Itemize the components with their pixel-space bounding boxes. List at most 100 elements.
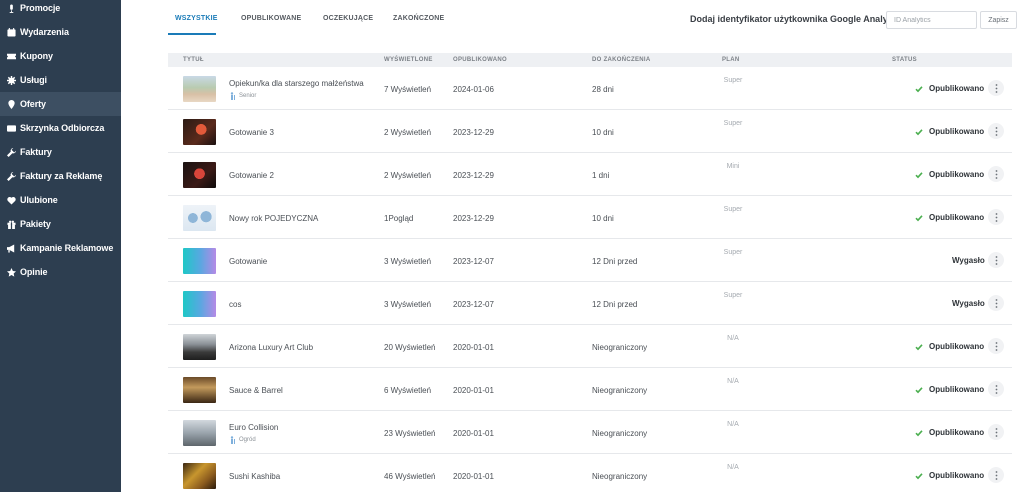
row-menu-button[interactable]: [988, 80, 1004, 96]
listing-thumbnail[interactable]: [183, 291, 216, 317]
listing-thumbnail[interactable]: [183, 248, 216, 274]
status-label: Opublikowano: [929, 170, 985, 179]
row-menu-button[interactable]: [988, 166, 1004, 182]
listing-title[interactable]: Euro Collision: [229, 423, 278, 432]
listing-title[interactable]: Arizona Luxury Art Club: [229, 343, 313, 352]
plan-label: N/A: [727, 464, 739, 471]
sidebar-item-faktury-za-reklamę[interactable]: Faktury za Reklamę: [0, 164, 121, 188]
published-date: 2023-12-07: [453, 300, 494, 309]
tab-published[interactable]: OPUBLIKOWANE: [241, 15, 301, 22]
views-count: 2 Wyświetleń: [384, 171, 432, 180]
more-vertical-icon: [995, 212, 998, 222]
listing-thumbnail[interactable]: [183, 205, 216, 231]
table-row[interactable]: Sauce & Barrel 6 Wyświetleń 2020-01-01 Nieo…: [168, 368, 1012, 411]
sidebar-item-label: Wydarzenia: [20, 27, 69, 37]
listing-thumbnail[interactable]: [183, 76, 216, 102]
listing-title-cell: Opiekun/ka dla starszego małżeństwa Senio…: [229, 79, 364, 100]
published-date: 2023-12-07: [453, 257, 494, 266]
sidebar-item-faktury[interactable]: Faktury: [0, 140, 121, 164]
sidebar-item-label: Pakiety: [20, 219, 51, 229]
sidebar-item-pakiety[interactable]: Pakiety: [0, 212, 121, 236]
status-badge: Opublikowano: [915, 428, 984, 437]
sidebar-item-oferty[interactable]: Oferty: [0, 92, 121, 116]
listing-title[interactable]: Gotowanie 3: [229, 128, 274, 137]
listing-title-cell: Gotowanie 2: [229, 171, 274, 180]
listing-title-cell: Sushi Kashiba: [229, 472, 280, 481]
analytics-id-input[interactable]: [886, 11, 977, 29]
row-menu-button[interactable]: [988, 209, 1004, 225]
listing-title[interactable]: Sauce & Barrel: [229, 386, 283, 395]
published-date: 2020-01-01: [453, 386, 494, 395]
status-label: Wygasło: [952, 299, 985, 308]
listing-title-cell: cos: [229, 300, 241, 309]
sidebar-item-wydarzenia[interactable]: Wydarzenia: [0, 20, 121, 44]
plan-label: Mini: [726, 163, 740, 170]
time-remaining: 1 dni: [592, 171, 610, 180]
time-remaining: 10 dni: [592, 128, 614, 137]
views-count: 2 Wyświetleń: [384, 128, 432, 137]
listing-thumbnail[interactable]: [183, 463, 216, 489]
tab-all[interactable]: WSZYSTKIE: [175, 15, 218, 22]
views-count: 46 Wyświetleń: [384, 472, 436, 481]
check-icon: [915, 472, 923, 480]
more-vertical-icon: [995, 126, 998, 136]
listing-title[interactable]: Opiekun/ka dla starszego małżeństwa: [229, 79, 364, 88]
listing-title-cell: Arizona Luxury Art Club: [229, 343, 313, 352]
sidebar-item-opinie[interactable]: Opinie: [0, 260, 121, 284]
table-row[interactable]: Sushi Kashiba 46 Wyświetleń 2020-01-01 Nieo…: [168, 454, 1012, 492]
status-badge: Opublikowano: [915, 342, 984, 351]
plan-label: Super: [723, 120, 743, 127]
listing-thumbnail[interactable]: [183, 162, 216, 188]
tab-finished[interactable]: ZAKOŃCZONE: [393, 15, 444, 22]
status-badge: Opublikowano: [915, 213, 984, 222]
published-date: 2020-01-01: [453, 472, 494, 481]
status-label: Opublikowano: [929, 385, 985, 394]
table-row[interactable]: Arizona Luxury Art Club 20 Wyświetleń 2020…: [168, 325, 1012, 368]
row-menu-button[interactable]: [988, 252, 1004, 268]
table-row[interactable]: Gotowanie 3 2 Wyświetleń 2023-12-29 10 dni S…: [168, 110, 1012, 153]
listing-thumbnail[interactable]: [183, 420, 216, 446]
sidebar-item-skrzynka-odbiorcza[interactable]: Skrzynka Odbiorcza: [0, 116, 121, 140]
listing-title-cell: Euro Collision Ogród: [229, 423, 278, 444]
table-row[interactable]: Euro Collision Ogród 23 Wyświetleń 2020-01-…: [168, 411, 1012, 454]
listing-thumbnail[interactable]: [183, 334, 216, 360]
row-menu-button[interactable]: [988, 381, 1004, 397]
header-title: TYTUŁ: [183, 57, 204, 63]
sidebar-item-kupony[interactable]: Kupony: [0, 44, 121, 68]
status-label: Wygasło: [952, 256, 985, 265]
status-badge: Wygasło: [952, 299, 985, 308]
listing-title[interactable]: Nowy rok POJEDYCZNA: [229, 214, 318, 223]
listing-title[interactable]: Sushi Kashiba: [229, 472, 280, 481]
table-row[interactable]: cos 3 Wyświetleń 2023-12-07 12 Dni przed Sup…: [168, 282, 1012, 325]
sidebar-item-usługi[interactable]: Usługi: [0, 68, 121, 92]
listing-title[interactable]: Gotowanie: [229, 257, 267, 266]
listing-thumbnail[interactable]: [183, 119, 216, 145]
main-content: WSZYSTKIE OPUBLIKOWANE OCZEKUJĄCE ZAKOŃC…: [121, 0, 1024, 492]
table-row[interactable]: Opiekun/ka dla starszego małżeństwa Senio…: [168, 67, 1012, 110]
table-row[interactable]: Nowy rok POJEDYCZNA 1Pogląd 2023-12-29 10 d…: [168, 196, 1012, 239]
row-menu-button[interactable]: [988, 424, 1004, 440]
status-badge: Wygasło: [952, 256, 985, 265]
row-menu-button[interactable]: [988, 295, 1004, 311]
listing-title[interactable]: cos: [229, 300, 241, 309]
sidebar-item-label: Ulubione: [20, 195, 58, 205]
table-row[interactable]: Gotowanie 2 2 Wyświetleń 2023-12-29 1 dni Mi…: [168, 153, 1012, 196]
row-menu-button[interactable]: [988, 123, 1004, 139]
sidebar-item-kampanie-reklamowe[interactable]: Kampanie Reklamowe: [0, 236, 121, 260]
status-badge: Opublikowano: [915, 471, 984, 480]
status-badge: Opublikowano: [915, 385, 984, 394]
sidebar-item-ulubione[interactable]: Ulubione: [0, 188, 121, 212]
header-until-end: DO ZAKOŃCZENIA: [592, 57, 651, 63]
listing-thumbnail[interactable]: [183, 377, 216, 403]
header-published: OPUBLIKOWANO: [453, 57, 507, 63]
sidebar: Promocje Wydarzenia Kupony Usługi Oferty Skrz…: [0, 0, 121, 492]
header-status: STATUS: [892, 57, 917, 63]
save-analytics-button[interactable]: Zapisz: [980, 11, 1017, 29]
row-menu-button[interactable]: [988, 467, 1004, 483]
table-row[interactable]: Gotowanie 3 Wyświetleń 2023-12-07 12 Dni pr…: [168, 239, 1012, 282]
tab-pending[interactable]: OCZEKUJĄCE: [323, 15, 373, 22]
time-remaining: Nieograniczony: [592, 386, 648, 395]
sidebar-item-promocje[interactable]: Promocje: [0, 0, 121, 20]
listing-title[interactable]: Gotowanie 2: [229, 171, 274, 180]
row-menu-button[interactable]: [988, 338, 1004, 354]
